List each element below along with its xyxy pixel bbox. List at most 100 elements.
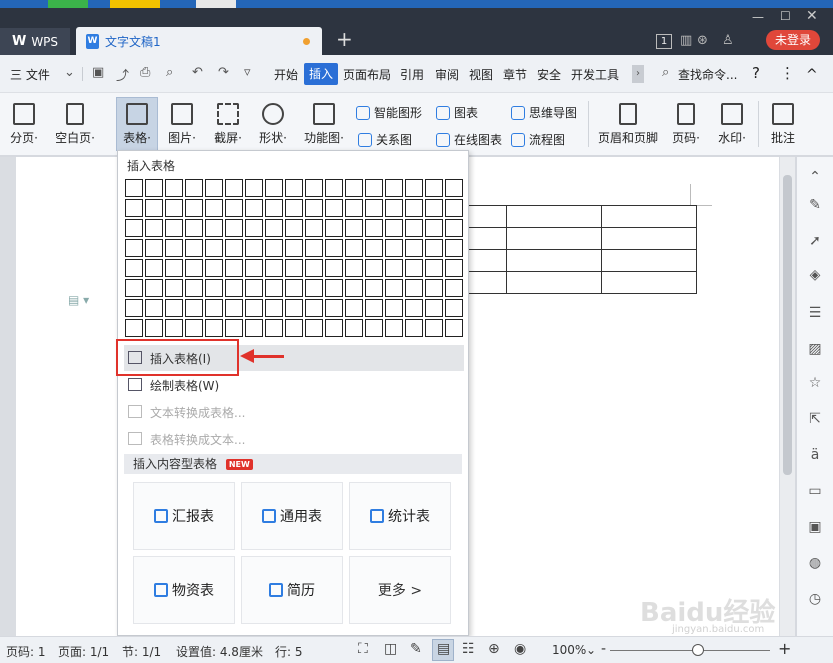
wps-home-tab[interactable]: W WPS — [0, 28, 70, 55]
zoom-slider-knob[interactable] — [692, 644, 704, 656]
grid-cell[interactable] — [225, 299, 243, 317]
grid-cell[interactable] — [285, 319, 303, 337]
grid-cell[interactable] — [305, 259, 323, 277]
grid-cell[interactable] — [265, 299, 283, 317]
grid-cell[interactable] — [145, 219, 163, 237]
zoom-slider-track[interactable] — [610, 650, 770, 651]
grid-cell[interactable] — [285, 299, 303, 317]
grid-cell[interactable] — [145, 259, 163, 277]
skin-icon[interactable]: ♙ — [722, 33, 734, 48]
grid-cell[interactable] — [305, 219, 323, 237]
web-view-icon[interactable]: ⊕ — [488, 641, 500, 657]
login-button[interactable]: 未登录 — [766, 30, 820, 50]
grid-cell[interactable] — [165, 239, 183, 257]
grid-cell[interactable] — [145, 279, 163, 297]
layout-icon[interactable]: ▥ — [680, 33, 692, 48]
grid-cell[interactable] — [245, 179, 263, 197]
zoom-out-button[interactable]: - — [601, 641, 606, 657]
grid-cell[interactable] — [385, 199, 403, 217]
grid-cell[interactable] — [425, 239, 443, 257]
grid-cell[interactable] — [325, 259, 343, 277]
grid-cell[interactable] — [405, 219, 423, 237]
grid-cell[interactable] — [185, 199, 203, 217]
translate-icon[interactable]: ä — [805, 447, 825, 463]
grid-cell[interactable] — [405, 199, 423, 217]
grid-cell[interactable] — [285, 199, 303, 217]
smart-shape-button[interactable]: 智能图形 — [356, 104, 422, 121]
chevron-down-icon[interactable]: ⌄ — [64, 65, 75, 80]
grid-cell[interactable] — [325, 179, 343, 197]
undo-icon[interactable]: ↶ — [192, 65, 203, 80]
adjust-icon[interactable]: ☰ — [805, 305, 825, 321]
grid-cell[interactable] — [205, 259, 223, 277]
close-icon[interactable]: ✕ — [806, 8, 818, 24]
grid-cell[interactable] — [185, 279, 203, 297]
chevron-right-icon[interactable]: › — [632, 65, 644, 83]
grid-cell[interactable] — [225, 179, 243, 197]
grid-cell[interactable] — [405, 259, 423, 277]
document-table[interactable] — [466, 205, 697, 294]
eye-protection-icon[interactable]: ◉ — [514, 641, 526, 657]
grid-cell[interactable] — [345, 299, 363, 317]
grid-cell[interactable] — [165, 259, 183, 277]
relation-chart-button[interactable]: 关系图 — [358, 131, 412, 148]
grid-cell[interactable] — [265, 259, 283, 277]
grid-cell[interactable] — [245, 219, 263, 237]
archive-icon[interactable]: ▭ — [805, 483, 825, 499]
edit-mode-icon[interactable]: ✎ — [410, 641, 422, 657]
grid-cell[interactable] — [185, 319, 203, 337]
grid-cell[interactable] — [345, 279, 363, 297]
template-statistics[interactable]: 统计表 — [349, 482, 451, 550]
chart-button[interactable]: 图表 — [436, 104, 478, 121]
location-icon[interactable]: ◍ — [805, 555, 825, 571]
grid-cell[interactable] — [285, 279, 303, 297]
grid-cell[interactable] — [305, 299, 323, 317]
grid-cell[interactable] — [285, 179, 303, 197]
grid-cell[interactable] — [165, 279, 183, 297]
grid-cell[interactable] — [125, 319, 143, 337]
menu-tab-page-layout[interactable]: 页面布局 — [343, 66, 391, 83]
grid-cell[interactable] — [425, 199, 443, 217]
grid-cell[interactable] — [425, 219, 443, 237]
grid-cell[interactable] — [165, 199, 183, 217]
grid-cell[interactable] — [325, 279, 343, 297]
grid-cell[interactable] — [265, 239, 283, 257]
grid-cell[interactable] — [225, 219, 243, 237]
menu-tab-chapter[interactable]: 章节 — [503, 66, 527, 83]
grid-cell[interactable] — [165, 319, 183, 337]
redo-icon[interactable]: ↷ — [218, 65, 229, 80]
grid-cell[interactable] — [185, 299, 203, 317]
grid-cell[interactable] — [385, 179, 403, 197]
mindmap-button[interactable]: 思维导图 — [511, 104, 577, 121]
header-footer-button[interactable]: 页眉和页脚 — [596, 103, 660, 146]
save-icon[interactable]: ▣ — [92, 65, 104, 80]
menu-tab-developer[interactable]: 开发工具 — [571, 66, 619, 83]
grid-cell[interactable] — [425, 179, 443, 197]
print-icon[interactable]: ⎙ — [140, 65, 150, 80]
grid-cell[interactable] — [325, 219, 343, 237]
vertical-scrollbar[interactable] — [780, 157, 795, 636]
grid-cell[interactable] — [125, 199, 143, 217]
grid-cell[interactable] — [305, 319, 323, 337]
share-icon[interactable]: ⇱ — [805, 411, 825, 427]
grid-cell[interactable] — [205, 299, 223, 317]
grid-cell[interactable] — [345, 179, 363, 197]
grid-cell[interactable] — [245, 279, 263, 297]
star-icon[interactable]: ☆ — [805, 375, 825, 391]
quick-access-dropdown-icon[interactable]: ▿ — [244, 65, 251, 80]
grid-cell[interactable] — [145, 299, 163, 317]
grid-cell[interactable] — [325, 299, 343, 317]
grid-cell[interactable] — [185, 259, 203, 277]
grid-cell[interactable] — [165, 299, 183, 317]
new-tab-button[interactable]: + — [336, 28, 353, 50]
photo-icon[interactable]: ▣ — [805, 519, 825, 535]
menu-tab-home[interactable]: 开始 — [274, 66, 298, 83]
zoom-in-button[interactable]: + — [778, 639, 791, 658]
grid-cell[interactable] — [265, 319, 283, 337]
function-chart-button[interactable]: 功能图· — [299, 103, 349, 146]
grid-cell[interactable] — [185, 179, 203, 197]
grid-cell[interactable] — [405, 299, 423, 317]
table-button[interactable]: 表格· — [117, 103, 157, 146]
grid-cell[interactable] — [365, 199, 383, 217]
grid-cell[interactable] — [225, 319, 243, 337]
